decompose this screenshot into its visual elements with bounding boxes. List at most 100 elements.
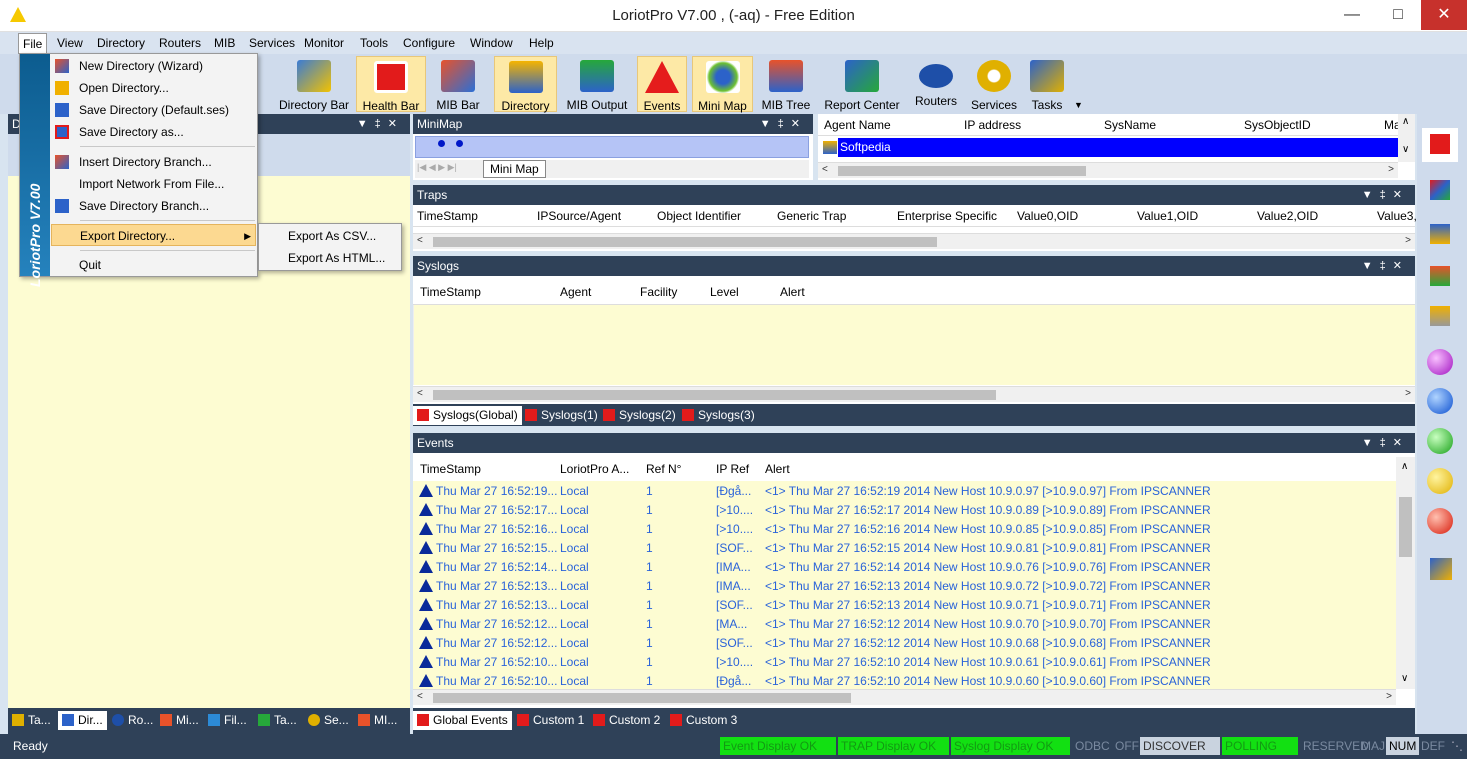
toolbar-tasks-button[interactable]: Tasks bbox=[1026, 56, 1068, 112]
col-timestamp[interactable]: TimeStamp bbox=[420, 285, 481, 299]
col-agent[interactable]: Agent bbox=[560, 285, 591, 299]
menu-save-directory[interactable]: Save Directory (Default.ses) bbox=[51, 99, 256, 121]
close-button[interactable]: ✕ bbox=[1421, 0, 1467, 30]
tab-syslogs-global[interactable]: Syslogs(Global) bbox=[413, 406, 522, 425]
menu-new-directory-wizard[interactable]: New Directory (Wizard) bbox=[51, 55, 256, 77]
col-sysobjectid[interactable]: SysObjectID bbox=[1244, 118, 1311, 132]
events-grid[interactable]: Thu Mar 27 16:52:19... Local 1 [Đgå... <1> T… bbox=[413, 481, 1396, 689]
tab-syslogs-3[interactable]: Syslogs(3) bbox=[678, 406, 759, 425]
minimize-button[interactable]: — bbox=[1329, 0, 1375, 30]
scroll-thumb[interactable] bbox=[838, 166, 1086, 176]
minimap-node[interactable] bbox=[438, 140, 445, 147]
panel-controls-icon[interactable]: ▼‡✕ bbox=[357, 114, 404, 134]
event-row[interactable]: Thu Mar 27 16:52:13... Local 1 [SOF... <1> T… bbox=[413, 595, 1396, 614]
tools-icon[interactable] bbox=[1422, 552, 1458, 586]
event-row[interactable]: Thu Mar 27 16:52:19... Local 1 [Đgå... <1> T… bbox=[413, 481, 1396, 500]
menu-export-directory[interactable]: Export Directory... ▶ bbox=[51, 224, 256, 246]
col-value1[interactable]: Value1,OID bbox=[1137, 209, 1198, 223]
minimap-canvas[interactable] bbox=[415, 136, 809, 158]
col-object-identifier[interactable]: Object Identifier bbox=[657, 209, 741, 223]
scroll-right-icon[interactable]: > bbox=[1405, 235, 1411, 246]
menu-tools[interactable]: Tools bbox=[356, 36, 392, 50]
panel-controls-icon[interactable]: ▼‡✕ bbox=[760, 114, 807, 134]
panel-controls-icon[interactable]: ▼‡✕ bbox=[1362, 256, 1409, 276]
scroll-up-icon[interactable]: ∧ bbox=[1401, 461, 1408, 472]
green-status-icon[interactable] bbox=[1427, 428, 1453, 454]
event-row[interactable]: Thu Mar 27 16:52:14... Local 1 [IMA... <1> T… bbox=[413, 557, 1396, 576]
hierarchy-icon[interactable] bbox=[1422, 260, 1458, 294]
toolbar-mib-output-button[interactable]: MIB Output bbox=[562, 56, 632, 112]
col-timestamp[interactable]: TimeStamp bbox=[420, 462, 481, 476]
left-tab-tasks-2[interactable]: Ta... bbox=[254, 711, 301, 730]
toolbar-mib-bar-button[interactable]: MIB Bar bbox=[432, 56, 484, 112]
maximize-button[interactable]: □ bbox=[1375, 0, 1421, 30]
toolbar-overflow-icon[interactable]: ▼ bbox=[1074, 100, 1083, 110]
event-row[interactable]: Thu Mar 27 16:52:12... Local 1 [SOF... <1> T… bbox=[413, 633, 1396, 652]
left-tab-mib[interactable]: Mi... bbox=[156, 711, 203, 730]
col-sysname[interactable]: SysName bbox=[1104, 118, 1156, 132]
menu-mib[interactable]: MIB bbox=[210, 36, 239, 50]
minimap-node[interactable] bbox=[456, 140, 463, 147]
col-level[interactable]: Level bbox=[710, 285, 739, 299]
col-facility[interactable]: Facility bbox=[640, 285, 677, 299]
red-status-icon[interactable] bbox=[1427, 508, 1453, 534]
left-tab-mib-2[interactable]: MI... bbox=[354, 711, 401, 730]
col-value0[interactable]: Value0,OID bbox=[1017, 209, 1078, 223]
tab-custom-3[interactable]: Custom 3 bbox=[666, 711, 741, 730]
agent-hscroll[interactable]: < > bbox=[818, 162, 1398, 178]
scroll-left-icon[interactable]: < bbox=[822, 164, 828, 175]
scroll-right-icon[interactable]: > bbox=[1386, 691, 1392, 702]
col-alert[interactable]: Alert bbox=[765, 462, 790, 476]
menu-view[interactable]: View bbox=[53, 36, 87, 50]
tab-custom-1[interactable]: Custom 1 bbox=[513, 711, 588, 730]
minimap-tab[interactable]: Mini Map bbox=[483, 160, 546, 178]
traps-hscroll[interactable]: < > bbox=[413, 233, 1415, 249]
col-generic-trap[interactable]: Generic Trap bbox=[777, 209, 846, 223]
scroll-up-icon[interactable]: ∧ bbox=[1402, 116, 1409, 127]
col-alert[interactable]: Alert bbox=[780, 285, 805, 299]
menu-configure[interactable]: Configure bbox=[399, 36, 459, 50]
scroll-left-icon[interactable]: < bbox=[417, 388, 423, 399]
col-enterprise-specific[interactable]: Enterprise Specific bbox=[897, 209, 997, 223]
event-row[interactable]: Thu Mar 27 16:52:10... Local 1 [>10.... <1> … bbox=[413, 652, 1396, 671]
scroll-down-icon[interactable]: ∨ bbox=[1401, 673, 1408, 684]
health-bar-icon[interactable] bbox=[1422, 128, 1458, 162]
toolbar-routers-button[interactable]: Routers bbox=[912, 56, 960, 112]
toolbar-directory-bar-button[interactable]: Directory Bar bbox=[278, 56, 350, 112]
menu-import-network[interactable]: Import Network From File... bbox=[51, 173, 256, 195]
menu-quit[interactable]: Quit bbox=[51, 254, 256, 276]
col-agent-name[interactable]: Agent Name bbox=[824, 118, 891, 132]
toolbar-directory-tree-button[interactable]: Directory bbox=[494, 56, 557, 113]
menu-file[interactable]: File bbox=[18, 33, 48, 54]
menu-export-csv[interactable]: Export As CSV... bbox=[288, 229, 376, 243]
network-tree-icon[interactable] bbox=[1422, 218, 1458, 252]
event-row[interactable]: Thu Mar 27 16:52:17... Local 1 [>10.... <1> … bbox=[413, 500, 1396, 519]
menu-routers[interactable]: Routers bbox=[155, 36, 205, 50]
toolbar-mib-tree-button[interactable]: MIB Tree bbox=[760, 56, 812, 112]
event-row[interactable]: Thu Mar 27 16:52:12... Local 1 [MA... <1> Th… bbox=[413, 614, 1396, 633]
tab-syslogs-2[interactable]: Syslogs(2) bbox=[599, 406, 680, 425]
syslogs-grid[interactable] bbox=[413, 305, 1415, 385]
left-tab-routers[interactable]: Ro... bbox=[108, 711, 157, 730]
menu-services[interactable]: Services bbox=[245, 36, 299, 50]
blue-status-icon[interactable] bbox=[1427, 388, 1453, 414]
left-tab-services[interactable]: Se... bbox=[304, 711, 353, 730]
scroll-left-icon[interactable]: < bbox=[417, 235, 423, 246]
toolbar-events-button[interactable]: Events bbox=[637, 56, 687, 113]
col-ip-ref[interactable]: IP Ref bbox=[716, 462, 749, 476]
plug-icon[interactable] bbox=[1422, 174, 1458, 208]
scroll-thumb[interactable] bbox=[433, 237, 937, 247]
toolbar-mini-map-button[interactable]: Mini Map bbox=[692, 56, 753, 113]
panel-controls-icon[interactable]: ▼‡✕ bbox=[1362, 185, 1409, 205]
event-row[interactable]: Thu Mar 27 16:52:13... Local 1 [IMA... <1> T… bbox=[413, 576, 1396, 595]
left-tab-directory[interactable]: Dir... bbox=[58, 711, 107, 730]
col-value2[interactable]: Value2,OID bbox=[1257, 209, 1318, 223]
toolbar-health-bar-button[interactable]: Health Bar bbox=[356, 56, 426, 113]
tab-global-events[interactable]: Global Events bbox=[413, 711, 512, 730]
resize-grip-icon[interactable]: ⋱ bbox=[1448, 737, 1466, 755]
menu-export-html[interactable]: Export As HTML... bbox=[288, 251, 385, 265]
menu-save-directory-branch[interactable]: Save Directory Branch... bbox=[51, 195, 256, 217]
scroll-down-icon[interactable]: ∨ bbox=[1402, 144, 1409, 155]
col-loriotpro-agent[interactable]: LoriotPro A... bbox=[560, 462, 629, 476]
panel-controls-icon[interactable]: ▼‡✕ bbox=[1362, 433, 1409, 453]
